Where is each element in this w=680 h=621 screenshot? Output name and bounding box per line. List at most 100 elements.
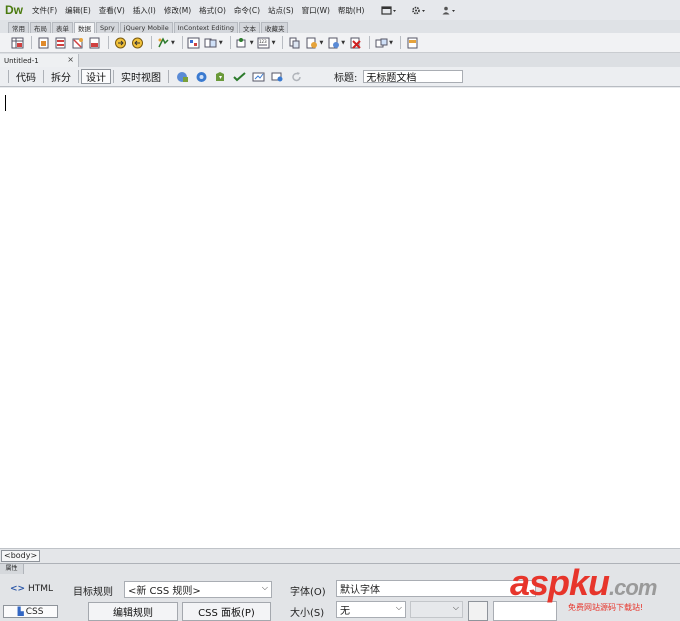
page-title-input[interactable] [363, 70, 464, 83]
design-canvas[interactable] [0, 88, 680, 548]
layout-icon[interactable] [380, 5, 398, 15]
repeat-region-icon[interactable] [87, 36, 101, 49]
svg-text:123: 123 [259, 39, 267, 44]
code-view-button[interactable]: 代码 [11, 69, 41, 84]
user-icon[interactable] [440, 5, 458, 15]
insert-record-icon[interactable] [235, 36, 249, 49]
go-to-detail-icon[interactable] [156, 36, 170, 49]
size-value: 无 [340, 606, 350, 617]
gear-icon[interactable] [410, 5, 428, 15]
tab-jquery-mobile[interactable]: jQuery Mobile [119, 22, 173, 33]
tab-data[interactable]: 数据 [74, 22, 95, 33]
css-chart-icon: ▙ [17, 607, 24, 616]
recordset-paging-icon[interactable] [130, 36, 144, 49]
menu-site[interactable]: 站点(S) [264, 5, 298, 16]
dropdown-arrow-icon[interactable]: ▼ [319, 40, 323, 46]
multiscreen-icon[interactable] [174, 70, 190, 83]
xslt-icon[interactable] [374, 36, 388, 49]
document-tab[interactable]: Untitled-1 × [0, 54, 79, 67]
dropdown-arrow-icon[interactable]: ▼ [272, 40, 276, 46]
menu-commands[interactable]: 命令(C) [230, 5, 264, 16]
size-unit-select: ⌵ [410, 601, 463, 618]
dropdown-arrow-icon[interactable]: ▼ [341, 40, 345, 46]
tab-favorites[interactable]: 收藏夹 [260, 22, 289, 33]
tab-layout[interactable]: 布局 [30, 22, 51, 33]
data-insert-toolbar: ▼ ▼ ▼ 123 ▼ ▼ ▼ ▼ [0, 33, 680, 53]
toolbar-separator [181, 36, 183, 49]
text-caret [5, 95, 6, 111]
chevron-down-icon: ⌵ [452, 603, 459, 612]
edit-rule-button[interactable]: 编辑规则 [88, 602, 178, 621]
dropdown-arrow-icon[interactable]: ▼ [250, 40, 254, 46]
properties-panel-title[interactable]: 属性 [0, 564, 24, 574]
font-label: 字体(O) [290, 587, 326, 598]
split-view-button[interactable]: 拆分 [46, 69, 76, 84]
dropdown-arrow-icon[interactable]: ▼ [219, 40, 223, 46]
delete-record-icon[interactable] [287, 36, 301, 49]
toolbar-separator [31, 36, 32, 49]
chevron-down-icon: ⌵ [261, 583, 268, 592]
menu-right-tools [380, 5, 458, 15]
display-record-count-icon[interactable] [187, 36, 201, 49]
update-record-icon[interactable]: 123 [257, 36, 271, 49]
master-detail-icon[interactable] [204, 36, 218, 49]
user-auth-icon[interactable] [304, 36, 318, 49]
recordset-icon[interactable] [36, 36, 50, 49]
live-view-button[interactable]: 实时视图 [116, 69, 166, 84]
dynamic-data-icon[interactable] [70, 36, 84, 49]
css-mode-label: CSS [25, 606, 44, 617]
toolbar-separator [108, 36, 109, 49]
tab-incontext-editing[interactable]: InContext Editing [173, 22, 238, 33]
xsl-transform-icon[interactable] [405, 36, 419, 49]
import-table-icon[interactable] [10, 36, 24, 49]
file-management-icon[interactable] [212, 70, 228, 83]
visual-aids-icon[interactable] [269, 70, 285, 83]
toolbar-separator [8, 70, 9, 83]
menu-insert[interactable]: 插入(I) [129, 5, 160, 16]
toolbar-separator [168, 70, 169, 83]
menu-help[interactable]: 帮助(H) [334, 5, 369, 16]
size-label: 大小(S) [290, 608, 325, 619]
menu-view[interactable]: 查看(V) [95, 5, 129, 16]
font-value: 默认字体 [340, 585, 380, 596]
dropdown-arrow-icon[interactable]: ▼ [389, 40, 393, 46]
title-label: 标题: [334, 73, 358, 84]
menu-window[interactable]: 窗口(W) [298, 5, 334, 16]
html-mode-button[interactable]: <> HTML [10, 584, 53, 594]
menu-format[interactable]: 格式(O) [195, 5, 230, 16]
html-tag-icon: <> [10, 584, 26, 594]
toolbar-separator [43, 70, 44, 83]
tab-forms[interactable]: 表单 [52, 22, 73, 33]
watermark-tagline: 免费网站源码下载站! [568, 603, 644, 612]
log-out-user-icon[interactable] [326, 36, 340, 49]
preview-browser-icon[interactable] [193, 70, 209, 83]
css-mode-button[interactable]: ▙ CSS [3, 605, 58, 618]
tab-spry[interactable]: Spry [96, 22, 119, 33]
target-rule-label: 目标规则 [73, 587, 113, 598]
menu-file[interactable]: 文件(F) [28, 5, 61, 16]
w3c-validation-icon[interactable] [231, 70, 247, 83]
css-panel-button[interactable]: CSS 面板(P) [182, 602, 271, 621]
menu-edit[interactable]: 编辑(E) [61, 5, 95, 16]
design-view-button[interactable]: 设计 [81, 69, 111, 84]
close-icon[interactable]: × [67, 55, 74, 64]
chevron-down-icon: ⌵ [395, 603, 402, 612]
target-rule-select[interactable]: <新 CSS 规则> ⌵ [124, 581, 272, 598]
insert-panel-tabs: 常用 布局 表单 数据 Spry jQuery Mobile InContext… [0, 20, 680, 33]
command-icon[interactable] [53, 36, 67, 49]
tab-text[interactable]: 文本 [238, 22, 260, 33]
main-menu: 文件(F) 编辑(E) 查看(V) 插入(I) 修改(M) 格式(O) 命令(C… [28, 5, 368, 16]
check-browser-compatibility-icon[interactable] [250, 70, 266, 83]
refresh-icon[interactable] [288, 70, 304, 83]
watermark-logo-suffix: .com [609, 575, 657, 600]
tag-selector-body[interactable]: <body> [1, 550, 41, 562]
target-rule-value: <新 CSS 规则> [128, 586, 201, 597]
text-color-swatch[interactable] [468, 601, 488, 621]
menu-modify[interactable]: 修改(M) [160, 5, 195, 16]
watermark: aspku.com 免费网站源码下载站! [506, 563, 680, 621]
tab-common[interactable]: 常用 [8, 22, 29, 33]
restrict-access-icon[interactable] [348, 36, 362, 49]
dropdown-arrow-icon[interactable]: ▼ [171, 40, 175, 46]
show-region-icon[interactable] [113, 36, 127, 49]
size-select[interactable]: 无 ⌵ [336, 601, 406, 618]
